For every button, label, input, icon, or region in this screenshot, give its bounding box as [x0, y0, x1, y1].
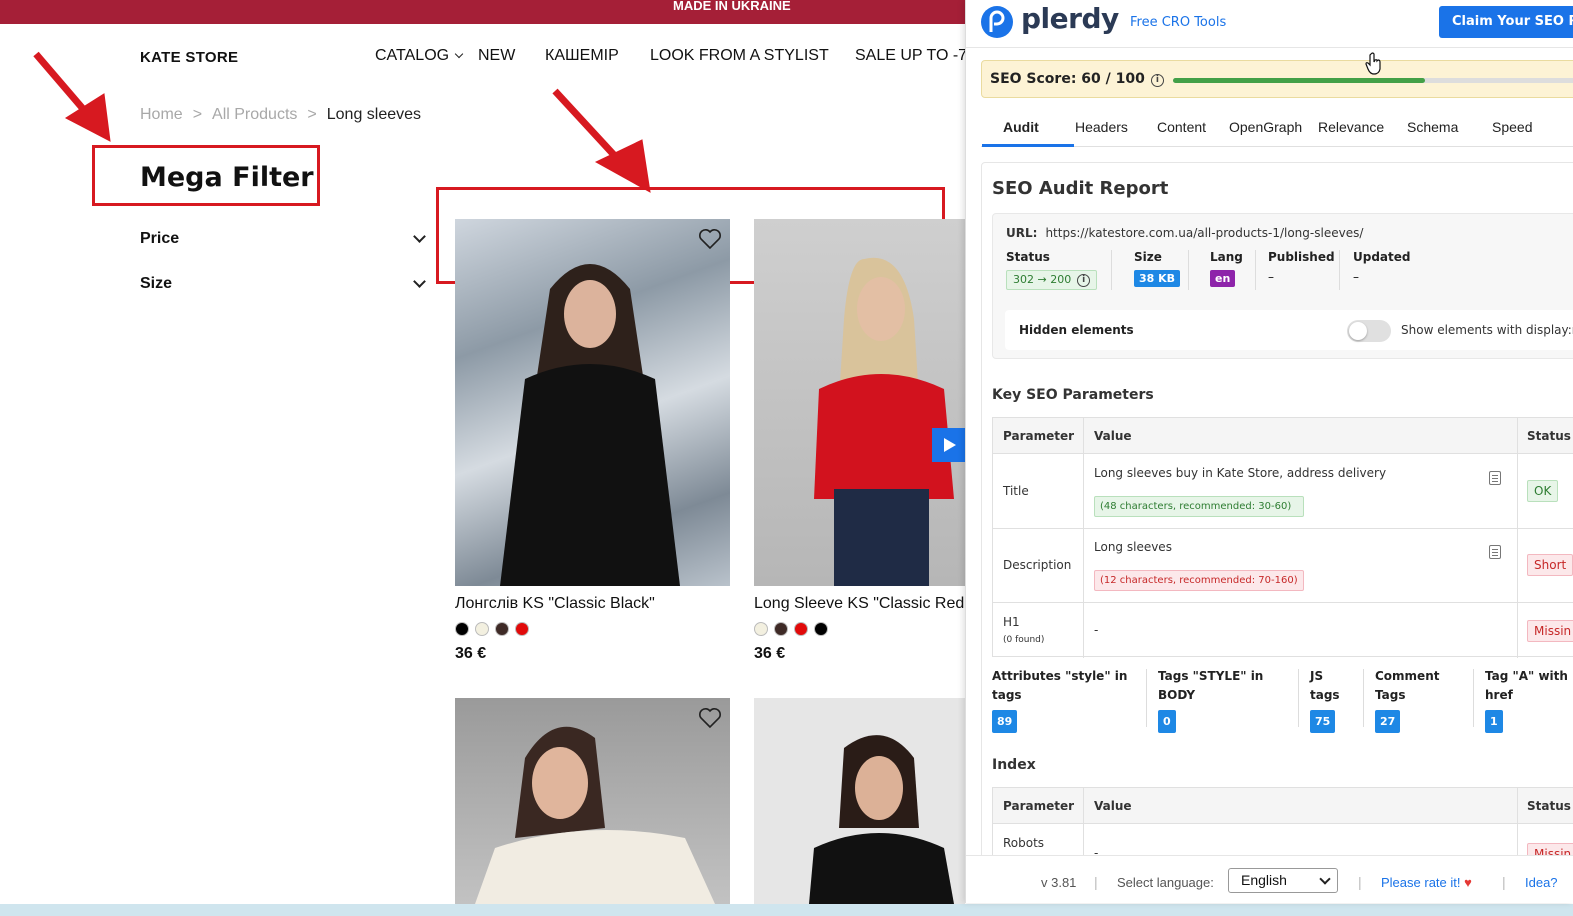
color-swatch[interactable]: [495, 622, 509, 636]
table-row-title: Title Long sleeves buy in Kate Store, ad…: [993, 455, 1573, 529]
meta-size: Size 38 KB: [1134, 250, 1181, 287]
claim-seo-report-button[interactable]: Claim Your SEO Re: [1439, 6, 1573, 38]
show-hidden-label: Show elements with display:n: [1401, 323, 1573, 337]
key-params-table: Parameter Value Status Title Long sleeve…: [992, 417, 1573, 658]
url-summary: URL: https://katestore.com.ua/all-product…: [992, 213, 1573, 359]
count-js-tags: JS tags 75: [1310, 667, 1346, 733]
table-header: Parameter Value Status: [993, 788, 1573, 824]
tab-schema[interactable]: Schema: [1407, 119, 1458, 135]
tag-counts: Attributes "style" in tags 89 Tags "STYLE…: [992, 667, 1573, 733]
panel-header: plerdy Free CRO Tools Claim Your SEO Re: [966, 0, 1573, 48]
status-badge: Missin: [1527, 620, 1573, 642]
version-label: v 3.81: [1041, 875, 1077, 890]
model-figure: [809, 735, 954, 904]
info-icon[interactable]: i: [1150, 74, 1164, 87]
color-swatches: [455, 622, 529, 636]
color-swatch[interactable]: [754, 622, 768, 636]
product-name[interactable]: Long Sleeve KS "Classic Red: [754, 595, 964, 613]
count-a-tags: Tag "A" with href 1: [1485, 667, 1573, 733]
seo-score-text: SEO Score: 60 / 100: [990, 71, 1145, 87]
size-badge: 38 KB: [1134, 270, 1181, 287]
heart-icon[interactable]: [698, 707, 722, 729]
length-hint: (48 characters, recommended: 30-60): [1094, 496, 1304, 517]
color-swatch[interactable]: [814, 622, 828, 636]
product-image[interactable]: [455, 219, 730, 586]
count-style-tags: Tags "STYLE" in BODY 0: [1158, 667, 1278, 733]
model-figure: [475, 726, 715, 904]
copy-icon[interactable]: [1489, 545, 1501, 559]
filter-size[interactable]: Size: [140, 275, 428, 293]
color-swatches: [754, 622, 828, 636]
seo-score-track: [1173, 78, 1573, 83]
tab-headers[interactable]: Headers: [1075, 119, 1128, 135]
panel-footer: v 3.81 | Select language: English | Plea…: [966, 855, 1573, 903]
hand-cursor-icon: [1365, 52, 1381, 75]
hidden-elements-row: Hidden elements Show elements with displ…: [1005, 310, 1573, 350]
color-swatch[interactable]: [455, 622, 469, 636]
plerdy-logo-icon: [981, 6, 1013, 38]
status-badge: OK: [1527, 480, 1559, 502]
meta-status: Status 302 → 200 i: [1006, 250, 1098, 290]
color-swatch[interactable]: [515, 622, 529, 636]
table-row-h1: H1 (0 found) - Missin: [993, 603, 1573, 658]
color-swatch[interactable]: [794, 622, 808, 636]
model-figure: [814, 257, 954, 586]
page-url: https://katestore.com.ua/all-products-1/…: [1045, 226, 1364, 240]
info-icon[interactable]: i: [1077, 274, 1091, 287]
annotation-arrows: [33, 51, 651, 193]
seo-score-bar: SEO Score: 60 / 100 i: [981, 60, 1573, 98]
color-swatch[interactable]: [475, 622, 489, 636]
product-price: 36 €: [455, 645, 487, 662]
chevron-down-icon: [413, 230, 426, 243]
language-select[interactable]: English: [1228, 868, 1338, 893]
meta-published: Published –: [1268, 250, 1335, 284]
table-header: Parameter Value Status: [993, 418, 1573, 454]
tab-opengraph[interactable]: OpenGraph: [1229, 119, 1302, 135]
free-cro-tools-link[interactable]: Free CRO Tools: [1130, 15, 1226, 30]
nav-sale[interactable]: SALE UP TO -7: [855, 47, 967, 65]
tab-content[interactable]: Content: [1157, 119, 1206, 135]
product-image[interactable]: [455, 698, 730, 904]
product-name[interactable]: Лонгслів KS "Classic Black": [455, 595, 655, 613]
meta-lang: Lang en: [1210, 250, 1243, 287]
key-params-title: Key SEO Parameters: [992, 387, 1154, 403]
length-hint: (12 characters, recommended: 70-160): [1094, 570, 1304, 591]
count-style-attrs: Attributes "style" in tags 89: [992, 667, 1132, 733]
show-hidden-toggle[interactable]: [1347, 320, 1391, 342]
copy-icon[interactable]: [1489, 471, 1501, 485]
play-video-button[interactable]: [932, 428, 966, 462]
status-badge: Short: [1527, 554, 1573, 576]
count-comment-tags: Comment Tags 27: [1375, 667, 1455, 733]
meta-updated: Updated –: [1353, 250, 1411, 284]
tab-speed[interactable]: Speed: [1492, 119, 1532, 135]
index-title: Index: [992, 757, 1036, 773]
plerdy-brand: plerdy: [1021, 2, 1119, 35]
rate-link[interactable]: Please rate it! ♥: [1381, 875, 1472, 890]
status-badge: 302 → 200 i: [1006, 270, 1098, 290]
idea-link[interactable]: Idea?: [1525, 875, 1558, 890]
tab-relevance[interactable]: Relevance: [1318, 119, 1384, 135]
seo-audit-report: SEO Audit Report URL: https://katestore.c…: [981, 162, 1573, 903]
heart-icon: ♥: [1464, 875, 1472, 890]
seo-score-fill: [1173, 78, 1425, 83]
panel-tabs: Audit Headers Content OpenGraph Relevanc…: [981, 108, 1573, 147]
color-swatch[interactable]: [774, 622, 788, 636]
report-title: SEO Audit Report: [992, 178, 1169, 199]
tab-audit[interactable]: Audit: [1003, 119, 1039, 135]
chevron-down-icon: [413, 275, 426, 288]
product-image[interactable]: [754, 219, 965, 586]
lang-badge: en: [1210, 270, 1236, 287]
active-tab-indicator: [982, 144, 1074, 147]
model-figure: [500, 264, 680, 586]
plerdy-seo-panel: plerdy Free CRO Tools Claim Your SEO Re …: [965, 0, 1573, 903]
product-price: 36 €: [754, 645, 786, 662]
taskbar-strip: [0, 904, 1573, 916]
filter-price[interactable]: Price: [140, 230, 428, 248]
product-image[interactable]: [754, 698, 965, 904]
heart-icon[interactable]: [698, 228, 722, 250]
table-row-description: Description Long sleeves (12 characters,…: [993, 529, 1573, 603]
